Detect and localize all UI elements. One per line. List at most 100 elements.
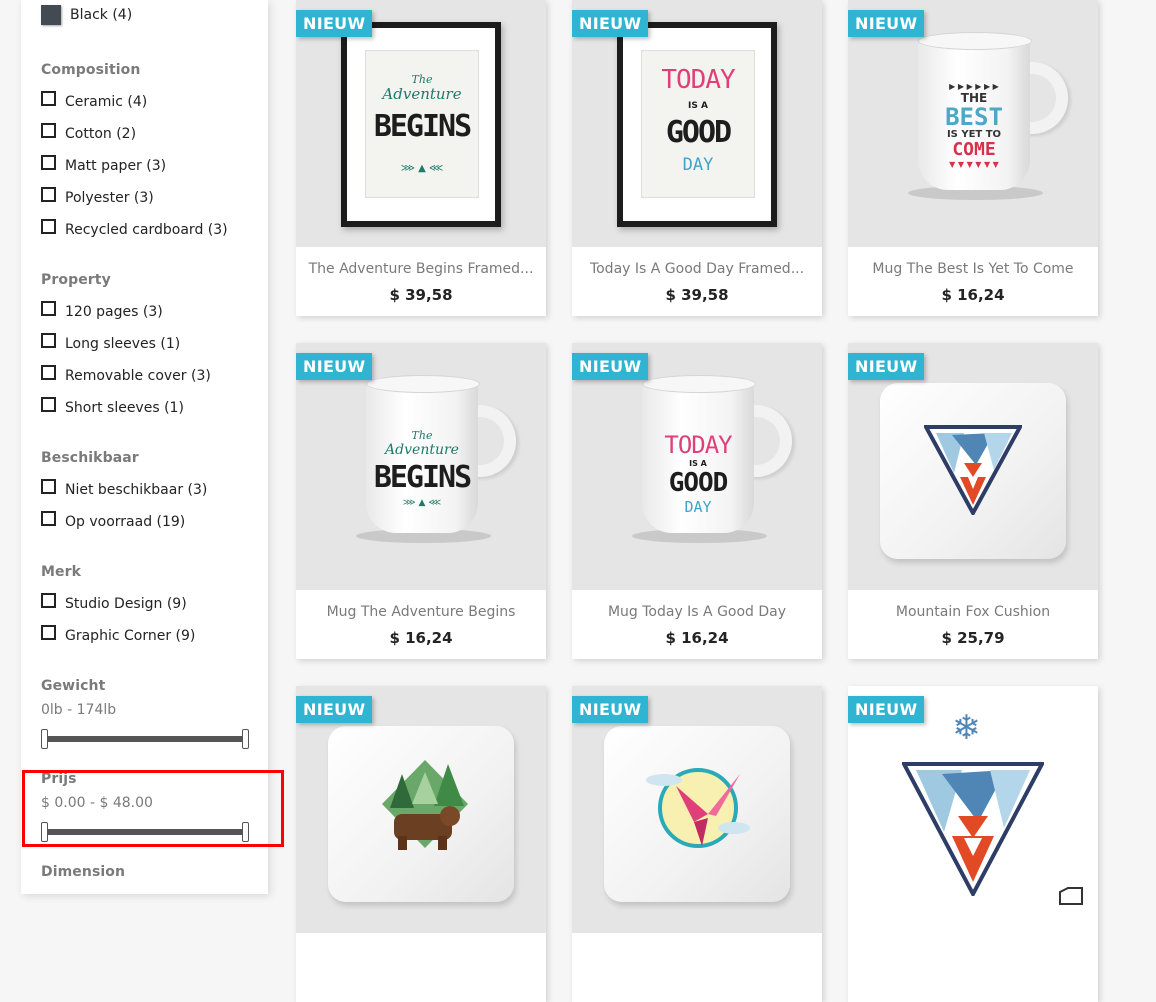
- filter-option-label: Short sleeves (1): [65, 400, 184, 416]
- filter-option-matt-paper[interactable]: Matt paper (3): [41, 150, 228, 182]
- color-swatch-black[interactable]: [41, 5, 61, 25]
- mug-text: IS A: [689, 459, 707, 468]
- filter-option-polyester[interactable]: Polyester (3): [41, 182, 228, 214]
- slider-min-handle[interactable]: [41, 729, 48, 749]
- filter-option-label: Graphic Corner (9): [65, 628, 196, 644]
- product-card[interactable]: The Adventure BEGINS ⋙ ▲ ⋘ NIEUW The Adv…: [296, 0, 546, 316]
- product-price: $ 16,24: [389, 629, 453, 647]
- product-card[interactable]: The Adventure BEGINS ⋙ ▲ ⋘ NIEUW Mug The…: [296, 343, 546, 659]
- checkbox[interactable]: [41, 218, 56, 234]
- filter-group-title: Beschikbaar: [41, 450, 139, 466]
- mountain-fox-art: [924, 425, 1022, 515]
- checkbox[interactable]: [41, 478, 56, 494]
- product-name[interactable]: Mug The Adventure Begins: [296, 604, 546, 620]
- slider-min-handle[interactable]: [41, 822, 48, 842]
- filter-group-property: Property 120 pages (3) Long sleeves (1) …: [41, 272, 211, 424]
- filter-option-recycled-cardboard[interactable]: Recycled cardboard (3): [41, 214, 228, 246]
- tent-icon: ⋙ ▲ ⋘: [400, 163, 444, 174]
- new-badge: NIEUW: [296, 10, 373, 37]
- product-name[interactable]: Mountain Fox Cushion: [848, 604, 1098, 620]
- new-badge: NIEUW: [848, 10, 925, 37]
- product-thumbnail[interactable]: NIEUW: [296, 686, 546, 933]
- filter-option-long-sleeves[interactable]: Long sleeves (1): [41, 328, 211, 360]
- filter-option-black[interactable]: Black (4): [41, 4, 132, 26]
- product-thumbnail[interactable]: TODAY IS A GOOD DAY NIEUW: [572, 343, 822, 590]
- filter-option-cotton[interactable]: Cotton (2): [41, 118, 228, 150]
- checkbox[interactable]: [41, 332, 56, 348]
- checkbox[interactable]: [41, 300, 56, 316]
- product-thumbnail[interactable]: The Adventure BEGINS ⋙ ▲ ⋘ NIEUW: [296, 343, 546, 590]
- product-card[interactable]: TODAY IS A GOOD DAY NIEUW Today Is A Goo…: [572, 0, 822, 316]
- product-thumbnail[interactable]: NIEUW: [848, 343, 1098, 590]
- slider-max-handle[interactable]: [242, 729, 249, 749]
- new-badge: NIEUW: [296, 696, 373, 723]
- filter-option-label: Recycled cardboard (3): [65, 222, 228, 238]
- poster-text: BEGINS: [373, 109, 472, 144]
- filter-group-price: Prijs $ 0.00 - $ 48.00: [41, 771, 251, 842]
- product-name[interactable]: The Adventure Begins Framed...: [296, 261, 546, 277]
- tag-icon: [1059, 887, 1083, 905]
- filter-group-title: Dimension: [41, 864, 126, 880]
- product-card[interactable]: TODAY IS A GOOD DAY NIEUW Mug Today Is A…: [572, 343, 822, 659]
- product-name[interactable]: Today Is A Good Day Framed...: [572, 261, 822, 277]
- weight-range-slider[interactable]: [41, 729, 249, 749]
- weight-range-value: 0lb - 174lb: [41, 702, 117, 718]
- product-card[interactable]: NIEUW: [572, 686, 822, 1002]
- mug-text: Adventure: [385, 442, 459, 458]
- product-thumbnail[interactable]: ❄ NIEUW: [848, 686, 1098, 933]
- checkbox[interactable]: [41, 364, 56, 380]
- price-range-slider[interactable]: [41, 822, 249, 842]
- filter-option-120-pages[interactable]: 120 pages (3): [41, 296, 211, 328]
- mug-text: TODAY: [664, 431, 732, 459]
- filter-group-composition: Composition Ceramic (4) Cotton (2) Matt …: [41, 62, 228, 246]
- product-thumbnail[interactable]: ▶ ▶ ▶ ▶ ▶ ▶ THE BEST IS YET TO COME ▼ ▼ …: [848, 0, 1098, 247]
- filter-option-removable-cover[interactable]: Removable cover (3): [41, 360, 211, 392]
- product-name[interactable]: Mug The Best Is Yet To Come: [848, 261, 1098, 277]
- checkbox[interactable]: [41, 624, 56, 640]
- product-thumbnail[interactable]: The Adventure BEGINS ⋙ ▲ ⋘ NIEUW: [296, 0, 546, 247]
- checkbox[interactable]: [41, 186, 56, 202]
- filter-sidebar: Black (4) Composition Ceramic (4) Cotton…: [21, 0, 268, 894]
- filter-option-label: Removable cover (3): [65, 368, 211, 384]
- mug-text: BEST: [945, 103, 1003, 131]
- filter-option-ceramic[interactable]: Ceramic (4): [41, 86, 228, 118]
- filter-option-label: Long sleeves (1): [65, 336, 181, 352]
- checkbox[interactable]: [41, 122, 56, 138]
- new-badge: NIEUW: [848, 353, 925, 380]
- filter-group-title: Gewicht: [41, 678, 106, 694]
- filter-group-title: Composition: [41, 62, 141, 78]
- new-badge: NIEUW: [848, 696, 925, 723]
- product-price: $ 39,58: [389, 286, 453, 304]
- filter-option-studio-design[interactable]: Studio Design (9): [41, 588, 195, 620]
- new-badge: NIEUW: [572, 353, 649, 380]
- filter-option-label: Niet beschikbaar (3): [65, 482, 208, 498]
- slider-track: [43, 736, 247, 742]
- product-card[interactable]: ❄ NIEUW: [848, 686, 1098, 1002]
- product-price: $ 16,24: [665, 629, 729, 647]
- checkbox[interactable]: [41, 510, 56, 526]
- new-badge: NIEUW: [572, 10, 649, 37]
- price-range-value: $ 0.00 - $ 48.00: [41, 795, 153, 811]
- poster-text: DAY: [682, 155, 714, 175]
- bear-forest-art: [382, 760, 468, 850]
- product-thumbnail[interactable]: NIEUW: [572, 686, 822, 933]
- checkbox[interactable]: [41, 154, 56, 170]
- product-name[interactable]: Mug Today Is A Good Day: [572, 604, 822, 620]
- product-card[interactable]: NIEUW: [296, 686, 546, 1002]
- product-card[interactable]: ▶ ▶ ▶ ▶ ▶ ▶ THE BEST IS YET TO COME ▼ ▼ …: [848, 0, 1098, 316]
- product-thumbnail[interactable]: TODAY IS A GOOD DAY NIEUW: [572, 0, 822, 247]
- mug-text: GOOD: [668, 468, 729, 498]
- slider-max-handle[interactable]: [242, 822, 249, 842]
- hummingbird-art: [646, 768, 750, 848]
- filter-group-availability: Beschikbaar Niet beschikbaar (3) Op voor…: [41, 450, 207, 538]
- filter-option-graphic-corner[interactable]: Graphic Corner (9): [41, 620, 195, 652]
- filter-option-short-sleeves[interactable]: Short sleeves (1): [41, 392, 211, 424]
- poster-text: IS A: [688, 101, 708, 111]
- product-card[interactable]: NIEUW Mountain Fox Cushion $ 25,79: [848, 343, 1098, 659]
- filter-option-in-stock[interactable]: Op voorraad (19): [41, 506, 207, 538]
- filter-option-label: 120 pages (3): [65, 304, 163, 320]
- checkbox[interactable]: [41, 592, 56, 608]
- filter-option-not-available[interactable]: Niet beschikbaar (3): [41, 474, 207, 506]
- checkbox[interactable]: [41, 90, 56, 106]
- checkbox[interactable]: [41, 396, 56, 412]
